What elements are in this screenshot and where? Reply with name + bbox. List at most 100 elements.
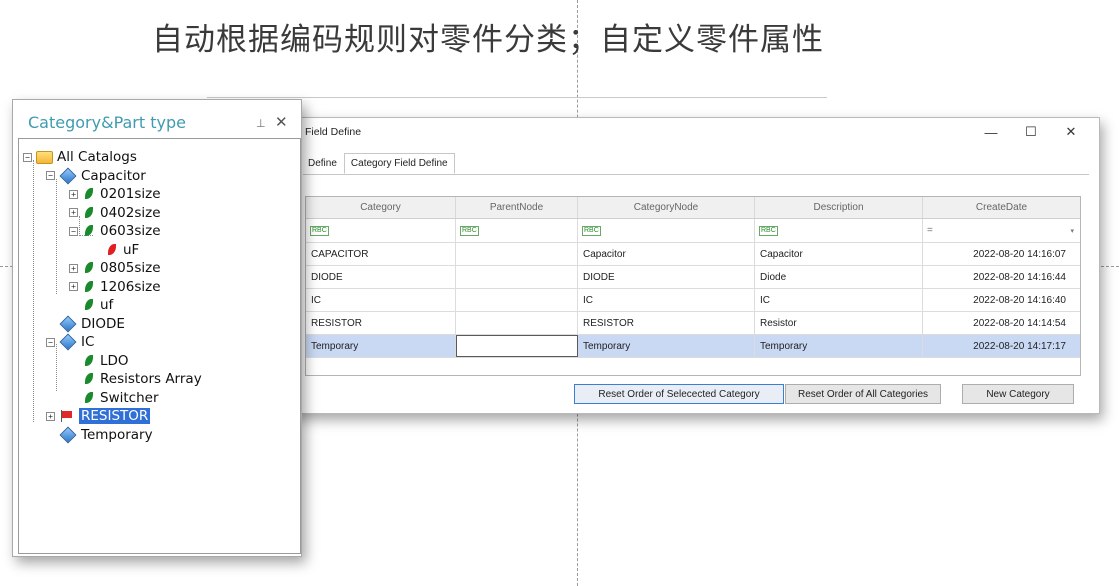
- cell-description[interactable]: Temporary: [755, 335, 923, 357]
- tree-node[interactable]: Switcher: [69, 389, 159, 407]
- cell-node[interactable]: DIODE: [578, 266, 755, 288]
- tree-node[interactable]: Resistors Array: [69, 370, 202, 388]
- table-row[interactable]: IC IC IC 2022-08-20 14:16:40: [306, 289, 1080, 312]
- tree-node[interactable]: LDO: [69, 352, 129, 370]
- cell-date[interactable]: 2022-08-20 14:17:17: [923, 335, 1080, 357]
- filter-cell-createdate[interactable]: = ▾: [923, 219, 1080, 242]
- maximize-button[interactable]: ☐: [1011, 121, 1051, 143]
- collapse-icon[interactable]: −: [69, 226, 78, 236]
- tree-node[interactable]: +0805size: [69, 259, 161, 277]
- leaf-icon: [82, 205, 96, 221]
- grid-header: Category ParentNode CategoryNode Descrip…: [306, 197, 1080, 219]
- close-panel-icon[interactable]: ✕: [275, 113, 288, 131]
- cell-parent[interactable]: [456, 312, 578, 334]
- page-headline: 自动根据编码规则对零件分类；自定义零件属性: [152, 22, 824, 58]
- expand-icon[interactable]: +: [69, 189, 78, 199]
- column-header-parentnode[interactable]: ParentNode: [456, 197, 578, 218]
- leaf-icon: [82, 390, 96, 406]
- table-row[interactable]: CAPACITOR Capacitor Capacitor 2022-08-20 14…: [306, 243, 1080, 266]
- column-header-createdate[interactable]: CreateDate: [923, 197, 1080, 218]
- cell-description[interactable]: Resistor: [755, 312, 923, 334]
- leaf-icon: [82, 371, 96, 387]
- minimize-button[interactable]: —: [971, 121, 1011, 143]
- column-header-category[interactable]: Category: [306, 197, 456, 218]
- tab-strip-line: [303, 174, 1089, 175]
- tree-connector: [56, 344, 57, 391]
- tree-node-label: 1206size: [100, 278, 161, 295]
- collapse-icon[interactable]: −: [23, 152, 32, 162]
- cell-parent[interactable]: [456, 289, 578, 311]
- field-define-window: Field Define — ☐ ✕ Define Category Field…: [292, 117, 1100, 414]
- table-row[interactable]: RESISTOR RESISTOR Resistor 2022-08-20 14:14…: [306, 312, 1080, 335]
- tree-node[interactable]: +0201size: [69, 185, 161, 203]
- tree-node[interactable]: − 0603size: [69, 222, 161, 240]
- cell-category[interactable]: CAPACITOR: [306, 243, 456, 265]
- category-part-type-panel: Category&Part type ⊥ ✕ − All Catalogs − Cap…: [12, 99, 302, 557]
- reset-all-categories-button[interactable]: Reset Order of All Categories: [785, 384, 941, 404]
- cell-date[interactable]: 2022-08-20 14:16:40: [923, 289, 1080, 311]
- tab-category-field-define[interactable]: Category Field Define: [343, 153, 455, 174]
- filter-cell-categorynode[interactable]: RBC: [578, 219, 755, 242]
- grid-rows: CAPACITOR Capacitor Capacitor 2022-08-20 14…: [306, 243, 1080, 358]
- rbc-icon: RBC: [310, 225, 329, 236]
- expand-icon[interactable]: +: [69, 282, 78, 291]
- pin-icon[interactable]: ⊥: [256, 117, 266, 130]
- tree-node-label: Resistors Array: [100, 371, 202, 387]
- expand-icon[interactable]: +: [69, 208, 78, 217]
- category-grid: Category ParentNode CategoryNode Descrip…: [305, 196, 1081, 376]
- filter-cell-parentnode[interactable]: RBC: [456, 219, 578, 242]
- equals-icon: =: [927, 225, 933, 236]
- tree-node[interactable]: − All Catalogs: [23, 148, 137, 166]
- cell-date[interactable]: 2022-08-20 14:14:54: [923, 312, 1080, 334]
- cell-node[interactable]: IC: [578, 289, 755, 311]
- cell-node[interactable]: RESISTOR: [578, 312, 755, 334]
- cell-node[interactable]: Temporary: [578, 335, 755, 357]
- close-window-button[interactable]: ✕: [1051, 121, 1091, 143]
- cell-date[interactable]: 2022-08-20 14:16:44: [923, 266, 1080, 288]
- expand-icon[interactable]: +: [69, 263, 78, 273]
- cell-category[interactable]: Temporary: [306, 335, 456, 357]
- tree-node[interactable]: Temporary: [46, 426, 153, 444]
- expand-icon[interactable]: +: [46, 411, 55, 421]
- tree-node[interactable]: + RESISTOR: [46, 407, 151, 425]
- tree-node[interactable]: +0402size: [69, 204, 161, 222]
- filter-cell-category[interactable]: RBC: [306, 219, 456, 242]
- cell-description[interactable]: Diode: [755, 266, 923, 288]
- tree-node[interactable]: − Capacitor: [46, 167, 146, 185]
- cell-date[interactable]: 2022-08-20 14:16:07: [923, 243, 1080, 265]
- folder-icon: [36, 150, 53, 164]
- tree-node[interactable]: DIODE: [46, 315, 125, 333]
- filter-cell-description[interactable]: RBC: [755, 219, 923, 242]
- cell-node[interactable]: Capacitor: [578, 243, 755, 265]
- tree-node[interactable]: uf: [69, 296, 113, 314]
- collapse-icon[interactable]: −: [46, 171, 55, 180]
- leaf-icon: [82, 279, 96, 295]
- cell-parent[interactable]: [456, 335, 578, 357]
- table-row[interactable]: DIODE DIODE Diode 2022-08-20 14:16:44: [306, 266, 1080, 289]
- tree-node[interactable]: − IC: [46, 333, 94, 351]
- tree-node-label: 0201size: [100, 186, 161, 202]
- new-category-button[interactable]: New Category: [962, 384, 1074, 404]
- rbc-icon: RBC: [460, 225, 479, 236]
- reset-selected-category-button[interactable]: Reset Order of Selecected Category: [574, 384, 784, 404]
- tree-node[interactable]: uF: [92, 241, 139, 259]
- column-header-description[interactable]: Description: [755, 197, 923, 218]
- leaf-icon: [82, 297, 96, 313]
- cell-description[interactable]: IC: [755, 289, 923, 311]
- cell-description[interactable]: Capacitor: [755, 243, 923, 265]
- column-header-categorynode[interactable]: CategoryNode: [578, 197, 755, 218]
- tree-node[interactable]: +1206size: [69, 278, 161, 296]
- cell-category[interactable]: DIODE: [306, 266, 456, 288]
- tab-define[interactable]: Define: [303, 153, 342, 174]
- tree-node-label: IC: [81, 334, 95, 350]
- table-row[interactable]: Temporary Temporary Temporary 2022-08-20 14…: [306, 335, 1080, 358]
- tree-node-label: RESISTOR: [79, 408, 151, 424]
- tab-strip: Define Category Field Define: [303, 153, 455, 174]
- tree-connector: [56, 179, 57, 294]
- cell-parent[interactable]: [456, 266, 578, 288]
- cell-parent[interactable]: [456, 243, 578, 265]
- cell-category[interactable]: IC: [306, 289, 456, 311]
- chevron-down-icon[interactable]: ▾: [1070, 227, 1074, 235]
- collapse-icon[interactable]: −: [46, 337, 55, 347]
- cell-category[interactable]: RESISTOR: [306, 312, 456, 334]
